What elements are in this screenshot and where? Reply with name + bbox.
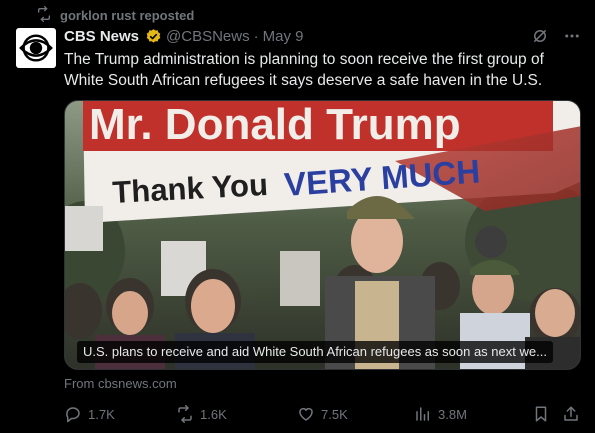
avatar[interactable]: [16, 28, 56, 68]
repost-count: 1.6K: [200, 406, 227, 422]
post-header: CBS News @CBSNews · May 9: [64, 26, 303, 46]
repost-icon: [36, 5, 52, 25]
verified-badge-icon[interactable]: [145, 28, 162, 45]
repost-label: gorklon rust reposted: [60, 7, 195, 23]
repost-attribution[interactable]: gorklon rust reposted: [36, 5, 195, 25]
banner-line-1: Mr. Donald Trump: [89, 101, 461, 149]
bookmark-icon: [535, 406, 547, 422]
share-icon: [564, 406, 578, 421]
link-source[interactable]: From cbsnews.com: [64, 376, 177, 391]
repost-button[interactable]: 1.6K: [176, 403, 227, 425]
cbs-eye-logo-icon: [19, 34, 53, 62]
heart-icon: [299, 407, 313, 421]
author-name[interactable]: CBS News: [64, 28, 139, 45]
media-caption: U.S. plans to receive and aid White Sout…: [77, 341, 553, 363]
post-date[interactable]: May 9: [263, 28, 304, 45]
views-chart-icon: [416, 407, 429, 421]
action-bar: 1.7K 1.6K 7.5K 3.8M: [64, 403, 584, 425]
repost-icon: [178, 405, 192, 423]
views-button[interactable]: 3.8M: [414, 403, 467, 425]
reply-icon: [66, 407, 80, 423]
post-text: The Trump administration is planning to …: [64, 51, 544, 89]
more-options-icon[interactable]: [563, 27, 581, 50]
grok-icon[interactable]: [531, 27, 549, 50]
separator-dot: ·: [253, 27, 259, 45]
bookmark-button[interactable]: [532, 403, 550, 425]
share-button[interactable]: [562, 403, 580, 425]
reply-button[interactable]: 1.7K: [64, 403, 115, 425]
view-count: 3.8M: [438, 406, 467, 422]
reply-count: 1.7K: [88, 406, 115, 422]
news-photo: Mr. Donald Trump Thank You VERY MUCH: [65, 101, 580, 369]
like-count: 7.5K: [321, 406, 348, 422]
author-handle[interactable]: @CBSNews: [166, 28, 250, 45]
media-card[interactable]: Mr. Donald Trump Thank You VERY MUCH U.S…: [64, 100, 581, 370]
like-button[interactable]: 7.5K: [297, 403, 348, 425]
header-actions: [531, 27, 581, 50]
